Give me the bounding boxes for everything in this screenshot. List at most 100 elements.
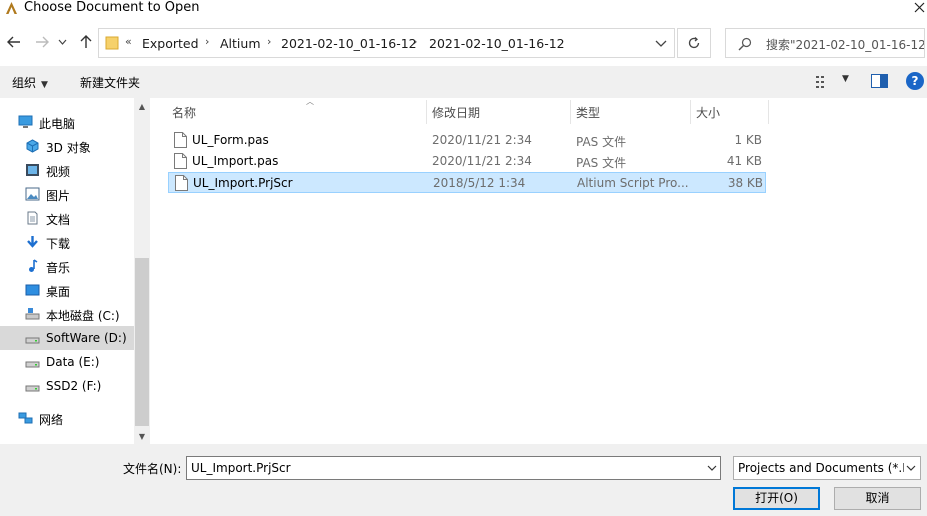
nav-item[interactable]: 3D 对象 (0, 134, 134, 158)
open-button[interactable]: 打开(O) (733, 487, 820, 510)
sort-ascending-icon: ︿ (306, 97, 314, 106)
breadcrumb-overflow[interactable]: « (125, 35, 132, 48)
preview-pane-icon[interactable] (871, 74, 888, 88)
nav-item[interactable]: 桌面 (0, 278, 134, 302)
breadcrumb-exported[interactable]: Exported (142, 36, 199, 51)
column-divider[interactable] (768, 100, 769, 124)
file-row[interactable]: UL_Import.PrjScr 2018/5/12 1:34 Altium Scr… (168, 172, 766, 193)
column-header-size[interactable]: 大小 (690, 98, 768, 124)
nav-item-label: 图片 (46, 189, 71, 203)
caret-down-icon: ▼ (41, 80, 48, 90)
organize-menu[interactable]: 组织 ▼ (12, 74, 48, 91)
breadcrumb-altium[interactable]: Altium (220, 36, 261, 51)
nav-item[interactable]: 网络 (0, 406, 134, 430)
column-header-name[interactable]: ︿ 名称 (166, 97, 426, 124)
address-history-dropdown-icon[interactable] (650, 31, 672, 55)
refresh-icon (688, 37, 700, 49)
view-dropdown-icon[interactable]: ▼ (842, 74, 849, 84)
nav-item-label: SSD2 (F:) (46, 379, 102, 393)
help-icon[interactable]: ? (906, 72, 924, 90)
pictures-icon (25, 187, 40, 201)
breadcrumb-separator-icon[interactable]: › (413, 35, 417, 48)
column-header-date[interactable]: 修改日期 (426, 98, 570, 124)
view-options-icon[interactable] (816, 75, 832, 89)
file-date: 2020/11/21 2:34 (432, 154, 532, 168)
nav-item-label: 文档 (46, 213, 71, 227)
file-icon (175, 175, 188, 191)
forward-button[interactable] (32, 31, 52, 53)
nav-item[interactable]: 此电脑 (0, 110, 134, 134)
file-row[interactable]: UL_Import.pas 2020/11/21 2:34 PAS 文件 41 KB (168, 151, 766, 172)
navigation-scrollbar[interactable]: ▲ ▼ (134, 98, 150, 444)
nav-item-label: 桌面 (46, 285, 71, 299)
refresh-button[interactable] (677, 28, 711, 58)
nav-item-label: 本地磁盘 (C:) (46, 309, 120, 323)
file-row[interactable]: UL_Form.pas 2020/11/21 2:34 PAS 文件 1 KB (168, 130, 766, 151)
nav-item[interactable]: 视频 (0, 158, 134, 182)
breadcrumb-separator-icon[interactable]: › (205, 35, 209, 48)
breadcrumb-separator-icon[interactable]: › (267, 35, 271, 48)
nav-item-label: Data (E:) (46, 355, 100, 369)
title-bar: Choose Document to Open (0, 0, 927, 22)
filename-input[interactable]: UL_Import.PrjScr (186, 456, 721, 480)
file-type: Altium Script Pro... (577, 176, 689, 190)
arrow-up-icon (80, 35, 92, 48)
video-icon (25, 163, 40, 177)
recent-locations-button[interactable] (56, 31, 68, 53)
filename-value: UL_Import.PrjScr (191, 461, 291, 475)
chevron-down-icon (904, 457, 918, 479)
nav-item[interactable]: SSD2 (F:) (0, 374, 134, 398)
back-button[interactable] (4, 31, 24, 53)
file-date: 2018/5/12 1:34 (433, 176, 526, 190)
nav-item-label: 3D 对象 (46, 141, 91, 155)
scroll-thumb[interactable] (135, 258, 149, 426)
file-name: UL_Import.PrjScr (193, 176, 293, 190)
chevron-down-icon (58, 39, 66, 45)
file-size: 1 KB (734, 133, 762, 147)
drive-icon (25, 331, 40, 345)
nav-item[interactable]: 本地磁盘 (C:) (0, 302, 134, 326)
column-header-type[interactable]: 类型 (570, 98, 690, 124)
column-header-type-label: 类型 (576, 106, 601, 120)
arrow-right-icon (36, 36, 49, 48)
nav-item[interactable]: Data (E:) (0, 350, 134, 374)
nav-item[interactable]: 音乐 (0, 254, 134, 278)
search-placeholder: 搜索"2021-02-10_01-16-12" (766, 38, 925, 52)
nav-item[interactable]: 文档 (0, 206, 134, 230)
chevron-down-icon[interactable] (707, 464, 717, 472)
computer-icon (18, 115, 33, 129)
nav-item-label: 此电脑 (39, 117, 76, 131)
column-header-size-label: 大小 (696, 106, 721, 120)
breadcrumb-current-folder[interactable]: 2021-02-10_01-16-12 (429, 36, 565, 51)
file-type: PAS 文件 (576, 156, 627, 170)
up-button[interactable] (76, 31, 96, 53)
nav-item-label: 视频 (46, 165, 71, 179)
nav-item[interactable]: SoftWare (D:) (0, 326, 134, 350)
nav-item-label: SoftWare (D:) (46, 331, 127, 345)
file-name: UL_Import.pas (192, 154, 279, 168)
nav-item[interactable]: 下载 (0, 230, 134, 254)
file-type-filter-value: Projects and Documents (*.D (738, 461, 912, 475)
file-type-filter-select[interactable]: Projects and Documents (*.D (733, 456, 921, 480)
new-folder-button[interactable]: 新建文件夹 (80, 74, 140, 91)
column-header-date-label: 修改日期 (432, 106, 481, 120)
music-icon (25, 259, 40, 273)
address-bar[interactable]: « Exported › Altium › 2021-02-10_01-16-1… (98, 28, 675, 58)
local-disk-icon (25, 307, 40, 321)
cancel-button[interactable]: 取消 (834, 487, 921, 510)
drive-icon (25, 379, 40, 393)
drive-icon (25, 355, 40, 369)
nav-item-label: 下载 (46, 237, 71, 251)
search-input[interactable]: 搜索"2021-02-10_01-16-12" (725, 28, 925, 58)
altium-app-icon (6, 2, 17, 14)
nav-item[interactable]: 图片 (0, 182, 134, 206)
window-title: Choose Document to Open (24, 0, 200, 15)
close-icon[interactable] (913, 0, 927, 16)
breadcrumb-parent-folder[interactable]: 2021-02-10_01-16-12 (281, 36, 417, 51)
filename-label: 文件名(N): (123, 462, 182, 476)
column-header-name-label: 名称 (172, 106, 197, 120)
file-icon (174, 132, 187, 148)
network-icon (18, 411, 33, 425)
scroll-down-icon[interactable]: ▼ (134, 428, 150, 444)
scroll-up-icon[interactable]: ▲ (134, 98, 150, 114)
